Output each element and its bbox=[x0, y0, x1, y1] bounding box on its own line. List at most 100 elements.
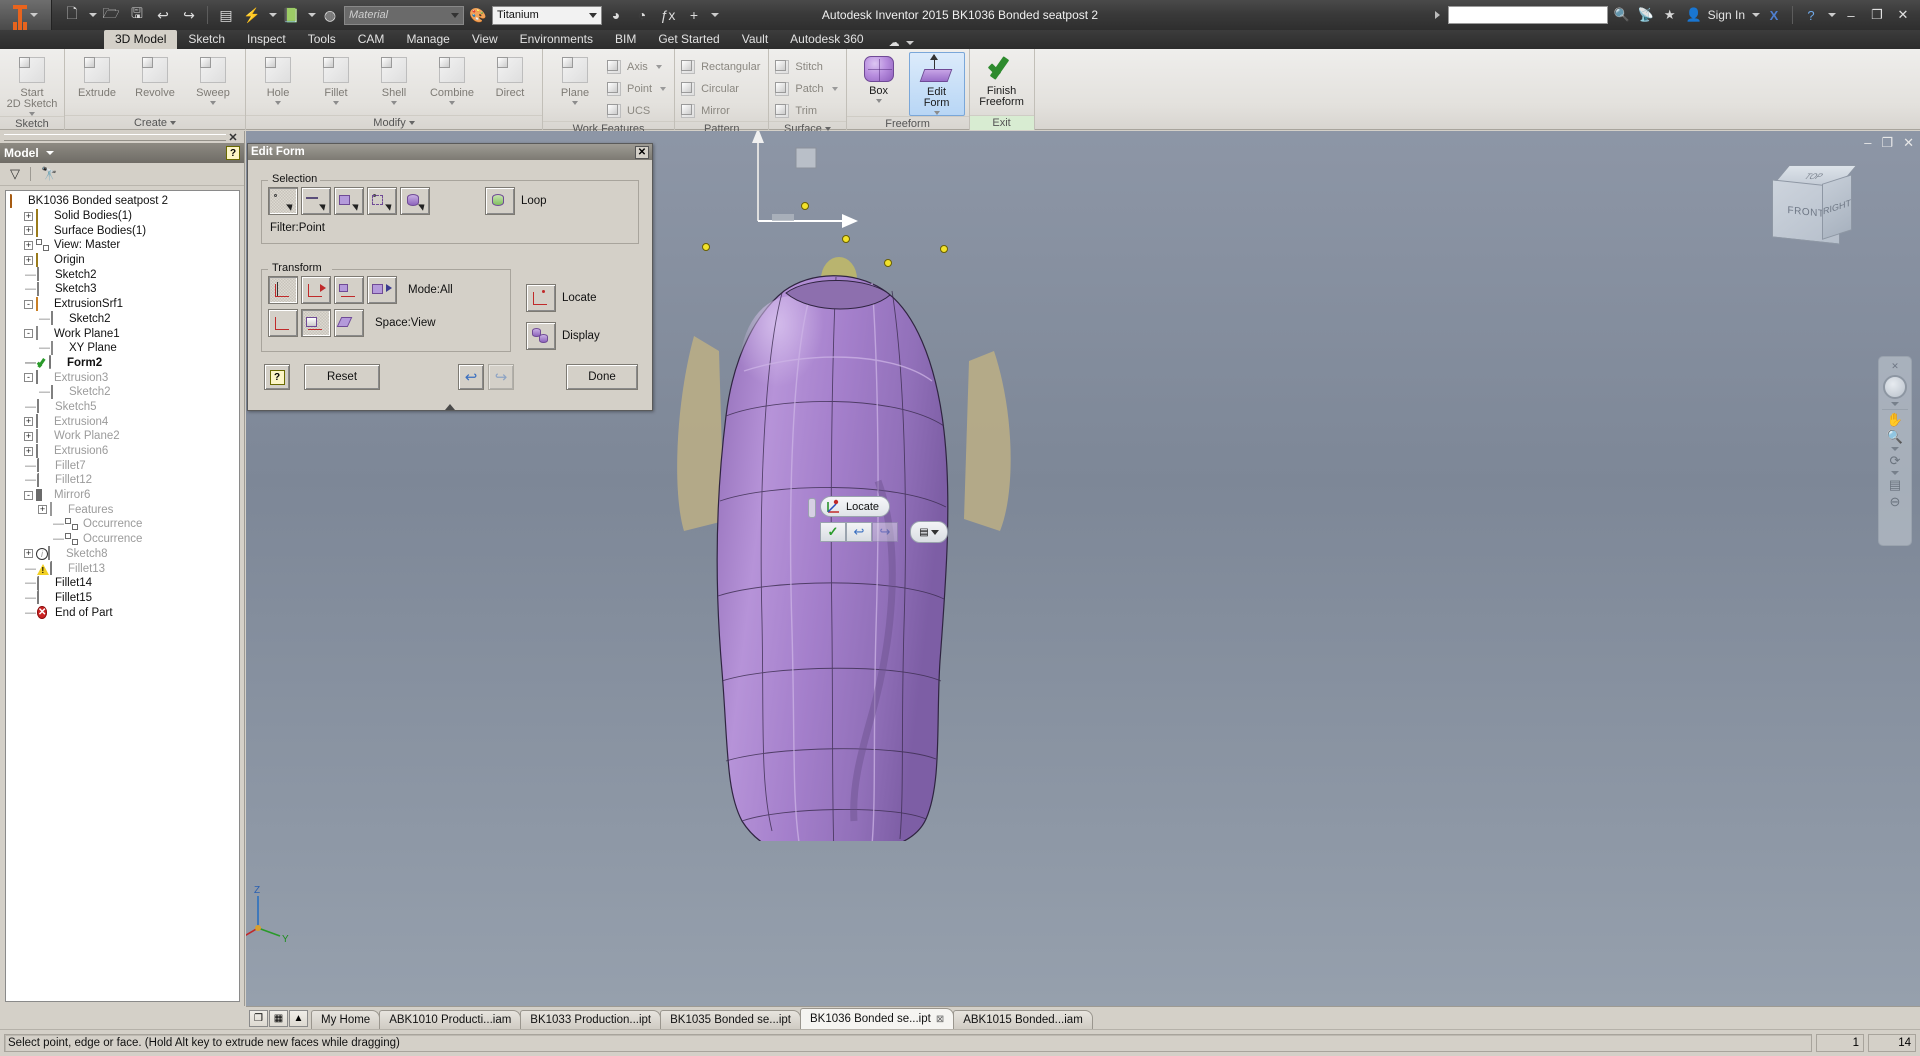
favorites-star-icon[interactable]: ★ bbox=[1660, 7, 1680, 23]
select-face-button[interactable] bbox=[334, 187, 364, 215]
chevron-down-icon[interactable] bbox=[45, 151, 54, 155]
look-at-icon[interactable]: ▤ bbox=[1889, 478, 1901, 492]
tree-item-work-plane2[interactable]: + Work Plane2 bbox=[6, 428, 239, 444]
ribbon-tab-inspect[interactable]: Inspect bbox=[236, 30, 297, 49]
chevron-down-icon[interactable] bbox=[210, 101, 216, 105]
tree-expander[interactable]: - bbox=[24, 490, 33, 500]
search-icon[interactable]: 🔍 bbox=[1612, 7, 1632, 23]
ribbon-tab-get-started[interactable]: Get Started bbox=[647, 30, 730, 49]
chevron-down-icon[interactable] bbox=[30, 13, 38, 17]
tree-expander[interactable]: + bbox=[24, 211, 33, 221]
select-body-button[interactable] bbox=[400, 187, 430, 215]
tree-item-xy-plane[interactable]: — XY Plane bbox=[6, 340, 239, 356]
tree-item-extrusion4[interactable]: + Extrusion4 bbox=[6, 414, 239, 429]
browser-grip[interactable]: ✕ bbox=[0, 131, 244, 144]
filter-icon[interactable]: ▽ bbox=[10, 166, 20, 182]
ribbon-button-finish-freeform[interactable]: Finish Freeform bbox=[974, 52, 1030, 108]
select-edge-button[interactable] bbox=[301, 187, 331, 215]
appearance-browser-icon[interactable]: ◍ bbox=[318, 3, 342, 27]
browser-help-icon[interactable]: ? bbox=[226, 146, 240, 160]
close-tab-icon[interactable]: ⊠ bbox=[936, 1014, 944, 1025]
mini-undo-button[interactable]: ↩ bbox=[846, 522, 872, 542]
chevron-down-icon[interactable] bbox=[831, 86, 838, 91]
communication-center-icon[interactable]: 📡 bbox=[1636, 7, 1656, 23]
pan-icon[interactable]: ✋ bbox=[1887, 413, 1903, 427]
dialog-expand-handle[interactable] bbox=[248, 402, 652, 411]
space-world-button[interactable] bbox=[268, 309, 298, 337]
ribbon-tab-view[interactable]: View bbox=[461, 30, 509, 49]
close-button[interactable]: ✕ bbox=[1892, 5, 1914, 25]
close-browser-icon[interactable]: ✕ bbox=[226, 131, 240, 144]
model-tree[interactable]: BK1036 Bonded seatpost 2 + Solid Bodies(1)… bbox=[5, 190, 240, 1002]
transform-translate-button[interactable] bbox=[301, 276, 331, 304]
navigation-bar[interactable]: ✕ ✋ 🔍 ⟳ ▤ ⊖ bbox=[1878, 356, 1912, 546]
chevron-down-icon[interactable] bbox=[572, 101, 578, 105]
tree-item-bk1036-bonded-seatpost-2[interactable]: BK1036 Bonded seatpost 2 bbox=[6, 193, 239, 209]
tree-item-fillet14[interactable]: — Fillet14 bbox=[6, 575, 239, 591]
steering-wheel-icon[interactable] bbox=[1883, 375, 1907, 399]
customize-qat-icon[interactable]: + bbox=[682, 3, 706, 27]
transform-manipulator[interactable] bbox=[736, 131, 876, 231]
chevron-down-icon[interactable] bbox=[1891, 471, 1899, 475]
material-browser-icon[interactable]: 📗 bbox=[279, 3, 303, 27]
tree-item-extrusion6[interactable]: + Extrusion6 bbox=[6, 443, 239, 459]
chevron-down-icon[interactable] bbox=[451, 12, 459, 18]
chevron-down-icon[interactable] bbox=[655, 64, 662, 69]
chevron-down-icon[interactable] bbox=[1891, 447, 1899, 451]
document-tab-abk1010-producti-iam[interactable]: ABK1010 Producti...iam bbox=[379, 1010, 522, 1029]
tree-expander[interactable]: + bbox=[24, 417, 33, 427]
tree-item-origin[interactable]: + Origin bbox=[6, 252, 239, 268]
locate-button[interactable] bbox=[526, 284, 556, 312]
chevron-down-icon[interactable] bbox=[89, 13, 97, 17]
chevron-down-icon[interactable] bbox=[711, 13, 719, 17]
help-icon[interactable]: ? bbox=[1801, 8, 1821, 23]
document-tab-bk1035-bonded-se-ipt[interactable]: BK1035 Bonded se...ipt bbox=[660, 1010, 801, 1029]
tree-item-extrusion3[interactable]: - Extrusion3 bbox=[6, 370, 239, 385]
tree-item-extrusionsrf1[interactable]: - ExtrusionSrf1 bbox=[6, 296, 239, 312]
dialog-title-bar[interactable]: Edit Form ✕ bbox=[248, 144, 652, 160]
doc-restore-button[interactable]: ❐ bbox=[1881, 135, 1893, 151]
tree-item-solid-bodies-1-[interactable]: + Solid Bodies(1) bbox=[6, 208, 239, 224]
chevron-down-icon[interactable] bbox=[308, 13, 316, 17]
application-menu-button[interactable] bbox=[0, 0, 52, 30]
mini-toolbar-grip[interactable] bbox=[808, 498, 816, 518]
ribbon-tab-manage[interactable]: Manage bbox=[395, 30, 460, 49]
transform-scale-button[interactable] bbox=[367, 276, 397, 304]
doc-minimize-button[interactable]: – bbox=[1864, 135, 1871, 151]
undo-icon[interactable]: ↩ bbox=[151, 3, 175, 27]
tree-item-fillet13[interactable]: — Fillet13 bbox=[6, 561, 239, 576]
chevron-down-icon[interactable] bbox=[449, 101, 455, 105]
chevron-down-icon[interactable] bbox=[589, 12, 597, 18]
chevron-down-icon[interactable] bbox=[269, 13, 277, 17]
space-face-button[interactable] bbox=[334, 309, 364, 337]
tree-item-occurrence[interactable]: — Occurrence bbox=[6, 532, 239, 547]
tree-item-sketch2[interactable]: — Sketch2 bbox=[6, 384, 239, 400]
cascade-windows-icon[interactable]: ▦ bbox=[269, 1010, 288, 1027]
expand-search-icon[interactable] bbox=[1434, 11, 1444, 19]
display-button[interactable] bbox=[526, 322, 556, 350]
cloud-status-icon[interactable]: ☁ bbox=[889, 36, 914, 49]
orbit-icon[interactable]: ⟳ bbox=[1890, 454, 1901, 468]
minus-icon[interactable]: ⊖ bbox=[1890, 495, 1901, 509]
tree-item-fillet7[interactable]: — Fillet7 bbox=[6, 458, 239, 473]
select-icon[interactable]: ▤ bbox=[214, 3, 238, 27]
view-cube[interactable]: TOP FRONT RIGHT bbox=[1762, 161, 1862, 256]
tree-expander[interactable]: + bbox=[38, 505, 47, 515]
tree-expander[interactable]: + bbox=[24, 255, 33, 265]
open-file-icon[interactable]: 🗁 bbox=[99, 3, 123, 27]
tree-item-view-master[interactable]: + View: Master bbox=[6, 238, 239, 253]
dialog-help-button[interactable]: ? bbox=[264, 364, 290, 390]
loop-select-button[interactable] bbox=[485, 187, 515, 215]
transform-all-button[interactable] bbox=[268, 276, 298, 304]
mini-toolbar[interactable]: Locate ✓ ↩ ↪ ▤ bbox=[808, 496, 948, 543]
tree-item-features[interactable]: + Features bbox=[6, 502, 239, 517]
tree-item-work-plane1[interactable]: - Work Plane1 bbox=[6, 326, 239, 341]
tree-item-sketch3[interactable]: — Sketch3 bbox=[6, 281, 239, 297]
done-button[interactable]: Done bbox=[566, 364, 638, 390]
tree-item-sketch2[interactable]: — Sketch2 bbox=[6, 311, 239, 327]
update-icon[interactable]: ⚡ bbox=[240, 3, 264, 27]
tree-item-fillet15[interactable]: — Fillet15 bbox=[6, 590, 239, 606]
space-view-button[interactable] bbox=[301, 309, 331, 337]
tree-item-surface-bodies-1-[interactable]: + Surface Bodies(1) bbox=[6, 223, 239, 238]
select-all-points-button[interactable] bbox=[367, 187, 397, 215]
